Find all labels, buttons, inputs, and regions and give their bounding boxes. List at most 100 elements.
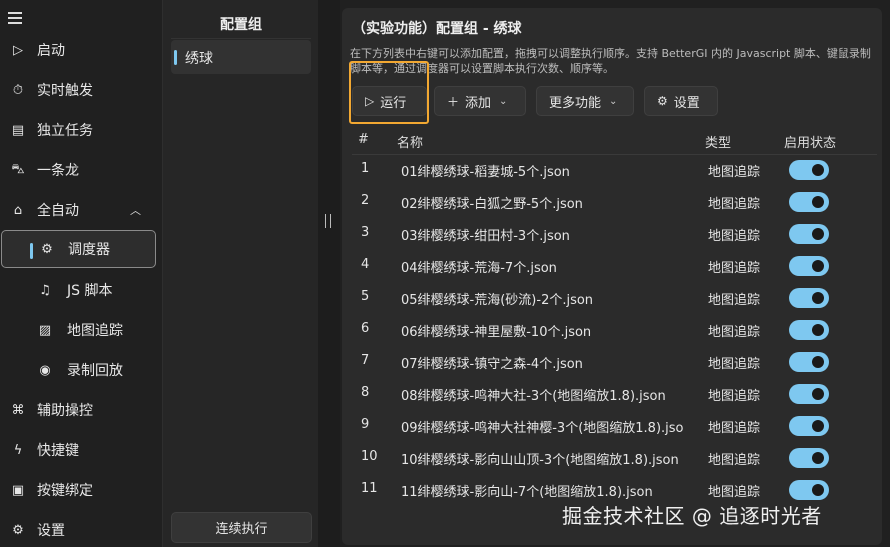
nav-item-tasks[interactable]: ▤ 独立任务	[0, 111, 160, 149]
nav-item-js[interactable]: ♫ JS 脚本	[0, 271, 160, 309]
enable-toggle[interactable]	[789, 320, 829, 340]
toggle-knob	[812, 356, 824, 368]
list-icon: ▤	[11, 122, 25, 138]
settings-icon: ⚙	[12, 522, 24, 538]
enable-toggle[interactable]	[789, 256, 829, 276]
row-index: 10	[361, 449, 378, 464]
toggle-knob	[812, 196, 824, 208]
row-index: 3	[361, 225, 370, 240]
column-name: 名称	[397, 136, 424, 151]
nav-item-settings[interactable]: ⚙ 设置	[0, 511, 160, 547]
settings-button[interactable]: ⚙ 设置	[644, 86, 718, 116]
add-button-label: 添加	[465, 95, 492, 111]
play-icon: ▷	[13, 42, 23, 58]
enable-toggle[interactable]	[789, 192, 829, 212]
row-type: 地图追踪	[708, 293, 761, 308]
group-item-xiuqiu[interactable]: 绣球	[171, 40, 311, 74]
menu-icon[interactable]	[8, 12, 22, 24]
robot-icon: ⌂	[13, 202, 23, 218]
nav-item-label: 录制回放	[67, 363, 123, 379]
left-nav: ▷ 启动 ⏱ 实时触发 ▤ 独立任务 ⛍ 一条龙 ⌂ 全自动 ︿ ⚙ 调度器 ♫…	[0, 0, 162, 547]
keyboard-icon: ▣	[11, 482, 25, 498]
nav-item-oneline[interactable]: ⛍ 一条龙	[0, 151, 160, 189]
toggle-knob	[812, 324, 824, 336]
nav-item-label: 快捷键	[37, 443, 79, 459]
nav-item-label: 启动	[37, 43, 65, 59]
enable-toggle[interactable]	[789, 160, 829, 180]
enable-toggle[interactable]	[789, 384, 829, 404]
table-row[interactable]: 3 03绯樱绣球-绀田村-3个.json 地图追踪	[352, 218, 877, 250]
car-icon: ⛍	[11, 161, 25, 177]
row-name: 04绯樱绣球-荒海-7个.json	[401, 261, 557, 276]
table-row[interactable]: 8 08绯樱绣球-鸣神大社-3个(地图缩放1.8).json 地图追踪	[352, 378, 877, 410]
table-row[interactable]: 9 09绯樱绣球-鸣神大社神樱-3个(地图缩放1.8).jso 地图追踪	[352, 410, 877, 442]
row-index: 2	[361, 193, 370, 208]
nav-item-keybind[interactable]: ▣ 按键绑定	[0, 471, 160, 509]
group-item-label: 绣球	[185, 51, 213, 67]
description: 在下方列表中右键可以添加配置，拖拽可以调整执行顺序。支持 BetterGI 内的…	[350, 47, 871, 75]
selected-indicator	[174, 50, 177, 65]
table-row[interactable]: 6 06绯樱绣球-神里屋敷-10个.json 地图追踪	[352, 314, 877, 346]
table-row[interactable]: 10 10绯樱绣球-影向山山顶-3个(地图缩放1.8).json 地图追踪	[352, 442, 877, 474]
nav-item-launch[interactable]: ▷ 启动	[0, 31, 160, 69]
map-icon: ▨	[38, 322, 52, 338]
row-index: 4	[361, 257, 370, 272]
row-index: 7	[361, 353, 370, 368]
toggle-knob	[812, 452, 824, 464]
enable-toggle[interactable]	[789, 288, 829, 308]
row-index: 11	[361, 481, 378, 496]
row-type: 地图追踪	[708, 197, 761, 212]
nav-item-label: 辅助操控	[37, 403, 93, 419]
nav-item-hotkey[interactable]: ϟ 快捷键	[0, 431, 160, 469]
toggle-knob	[812, 388, 824, 400]
table-row[interactable]: 4 04绯樱绣球-荒海-7个.json 地图追踪	[352, 250, 877, 282]
page-title: （实验功能）配置组 - 绣球	[352, 21, 522, 37]
run-continuous-button[interactable]: 连续执行	[171, 512, 312, 543]
nav-item-record[interactable]: ◉ 录制回放	[0, 351, 160, 389]
splitter[interactable]	[318, 0, 340, 547]
table-row[interactable]: 7 07绯樱绣球-镇守之森-4个.json 地图追踪	[352, 346, 877, 378]
row-index: 9	[361, 417, 370, 432]
nav-item-realtime[interactable]: ⏱ 实时触发	[0, 71, 160, 109]
add-button[interactable]: ＋ 添加 ⌄	[434, 86, 526, 116]
toggle-knob	[812, 228, 824, 240]
divider	[171, 38, 311, 39]
nav-item-auto[interactable]: ⌂ 全自动 ︿	[0, 191, 160, 229]
active-indicator	[30, 243, 33, 259]
enable-toggle[interactable]	[789, 224, 829, 244]
enable-toggle[interactable]	[789, 352, 829, 372]
script-icon: ♫	[39, 282, 51, 298]
enable-toggle[interactable]	[789, 448, 829, 468]
row-type: 地图追踪	[708, 421, 761, 436]
row-index: 5	[361, 289, 370, 304]
nav-item-scheduler[interactable]: ⚙ 调度器	[1, 230, 156, 268]
more-button[interactable]: 更多功能 ⌄	[536, 86, 634, 116]
row-name: 10绯樱绣球-影向山山顶-3个(地图缩放1.8).json	[401, 453, 679, 468]
row-type: 地图追踪	[708, 389, 761, 404]
row-type: 地图追踪	[708, 325, 761, 340]
chevron-up-icon[interactable]: ︿	[130, 202, 141, 218]
table-row[interactable]: 1 01绯樱绣球-稻妻城-5个.json 地图追踪	[352, 154, 877, 186]
enable-toggle[interactable]	[789, 480, 829, 500]
timer-icon: ⏱	[12, 82, 24, 98]
enable-toggle[interactable]	[789, 416, 829, 436]
nav-item-map[interactable]: ▨ 地图追踪	[0, 311, 160, 349]
drag-handle-icon[interactable]	[325, 214, 331, 228]
column-index: #	[358, 132, 369, 147]
row-index: 8	[361, 385, 370, 400]
run-highlight-box	[349, 61, 429, 124]
nav-item-label: 实时触发	[37, 83, 93, 99]
toggle-knob	[812, 420, 824, 432]
row-type: 地图追踪	[708, 357, 761, 372]
toggle-knob	[812, 292, 824, 304]
table-row[interactable]: 5 05绯樱绣球-荒海(砂流)-2个.json 地图追踪	[352, 282, 877, 314]
column-status: 启用状态	[784, 136, 837, 151]
toggle-knob	[812, 260, 824, 272]
table-row[interactable]: 2 02绯樱绣球-白狐之野-5个.json 地图追踪	[352, 186, 877, 218]
nav-item-label: 独立任务	[37, 123, 93, 139]
row-index: 6	[361, 321, 370, 336]
chevron-down-icon: ⌄	[499, 95, 508, 107]
nav-item-label: 调度器	[68, 242, 110, 258]
row-name: 02绯樱绣球-白狐之野-5个.json	[401, 197, 583, 212]
nav-item-assist[interactable]: ⌘ 辅助操控	[0, 391, 160, 429]
